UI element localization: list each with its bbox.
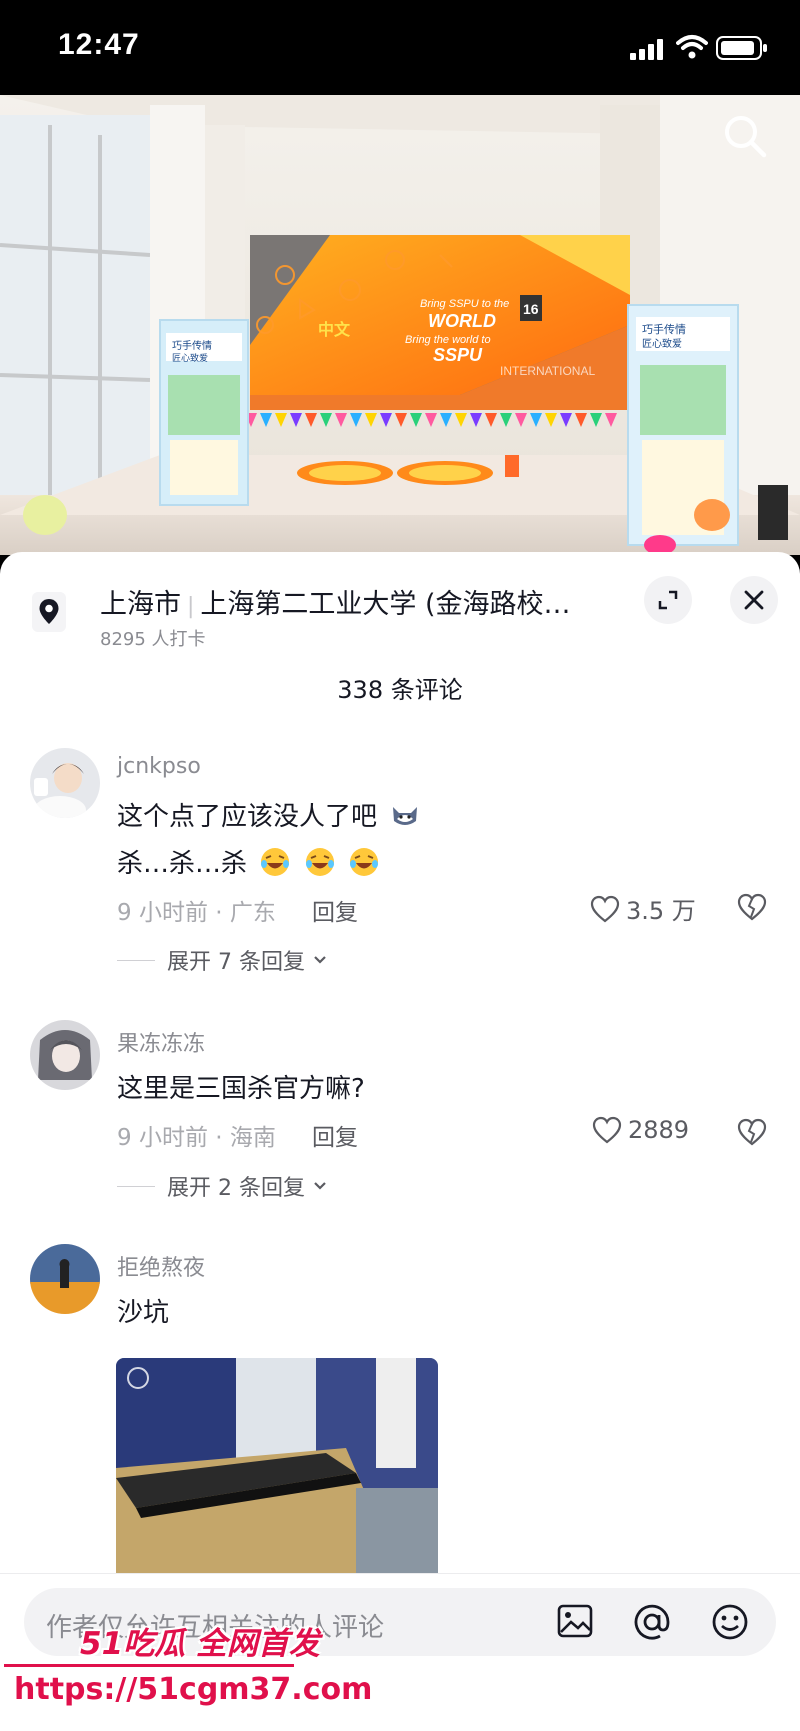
comment-time-location: 9 小时前 · 广东 — [117, 900, 276, 926]
comment-text: 这里是三国杀官方嘛? — [117, 1074, 365, 1104]
expand-replies-button[interactable]: 展开 2 条回复 — [117, 1170, 329, 1202]
wolf-emoji-icon — [393, 807, 418, 825]
poster-left-title: 巧手传情 — [172, 339, 212, 352]
comment-text: 杀…杀…杀 — [117, 843, 380, 880]
comment-time-location: 9 小时前 · 海南 — [117, 1125, 276, 1151]
badge-number: 16 — [523, 301, 539, 317]
comment-text: 这个点了应该没人了吧 — [117, 796, 421, 833]
comment-text: 沙坑 — [117, 1298, 170, 1328]
like-count: 2889 — [628, 1116, 690, 1144]
broken-heart-icon[interactable] — [736, 1118, 768, 1146]
wifi-icon — [676, 35, 708, 59]
poster-right-subtitle: 匠心致爱 — [642, 337, 682, 350]
laughing-emoji-icon — [261, 848, 290, 876]
comment-text-line: 这个点了应该没人了吧 — [117, 802, 378, 832]
location-pin-icon — [32, 592, 66, 632]
watermark-url: https://51cgm37.com — [14, 1672, 373, 1707]
close-icon — [744, 590, 764, 610]
comment-image[interactable] — [116, 1358, 438, 1598]
smiley-icon[interactable] — [710, 1602, 750, 1642]
watermark-brand: 51吃瓜 全网首发 — [80, 1626, 320, 1662]
banner-small: 中文 — [318, 320, 351, 339]
avatar[interactable] — [30, 1020, 100, 1090]
expand-replies-label: 展开 2 条回复 — [167, 1176, 305, 1201]
expand-replies-label: 展开 7 条回复 — [167, 950, 305, 975]
location-header[interactable]: 上海市 | 上海第二工业大学 (金海路校… 8295 人打卡 — [0, 552, 800, 652]
laughing-emoji-icon — [349, 848, 378, 876]
image-icon[interactable] — [556, 1602, 594, 1640]
lobby-scene: Bring SSPU to the WORLD Bring the world … — [0, 95, 800, 555]
status-bar: 12:47 — [0, 0, 800, 95]
like-button[interactable]: 3.5 万 — [590, 891, 696, 926]
poster-right-title: 巧手传情 — [642, 322, 686, 336]
close-button[interactable] — [730, 576, 778, 624]
status-time: 12:47 — [58, 28, 140, 61]
expand-replies-button[interactable]: 展开 7 条回复 — [117, 944, 329, 976]
watermark-divider — [4, 1664, 294, 1667]
laughing-emoji-icon — [305, 848, 334, 876]
search-icon[interactable] — [722, 113, 768, 159]
chevron-down-icon — [314, 1182, 326, 1190]
at-icon[interactable] — [632, 1602, 672, 1642]
comments-sheet: 上海市 | 上海第二工业大学 (金海路校… 8295 人打卡 338 条评论 j… — [0, 552, 800, 1731]
banner-international: INTERNATIONAL — [500, 364, 595, 378]
reply-button[interactable]: 回复 — [312, 893, 358, 927]
comment-text-line: 杀…杀…杀 — [117, 849, 248, 879]
battery-icon — [716, 36, 767, 60]
like-count: 3.5 万 — [626, 897, 696, 925]
avatar[interactable] — [30, 748, 100, 818]
hero-photo: Bring SSPU to the WORLD Bring the world … — [0, 95, 800, 555]
location-name[interactable]: 上海市 | 上海第二工业大学 (金海路校… — [100, 582, 571, 621]
avatar[interactable] — [30, 1244, 100, 1314]
chevron-down-icon — [314, 956, 326, 964]
checkin-count: 8295 人打卡 — [100, 629, 206, 650]
comment-username[interactable]: 果冻冻冻 — [117, 1026, 205, 1058]
banner-line1: Bring SSPU to the — [420, 298, 509, 310]
expand-button[interactable] — [644, 576, 692, 624]
heart-icon — [592, 1116, 622, 1144]
expand-icon — [658, 590, 678, 610]
comment-username[interactable]: 拒绝熬夜 — [117, 1250, 205, 1282]
poster-left-subtitle: 匠心致爱 — [172, 352, 208, 364]
comment-username[interactable]: jcnkpso — [117, 754, 201, 779]
heart-icon — [590, 895, 620, 922]
comment-count: 338 条评论 — [337, 676, 463, 704]
reply-button[interactable]: 回复 — [312, 1118, 358, 1152]
banner-line4: SSPU — [433, 345, 483, 365]
location-place: 上海第二工业大学 (金海路校… — [200, 589, 571, 620]
location-city: 上海市 — [100, 589, 181, 620]
like-button[interactable]: 2889 — [592, 1116, 689, 1144]
broken-heart-icon[interactable] — [736, 893, 768, 921]
signal-icon — [630, 39, 663, 60]
banner-line2: WORLD — [428, 311, 496, 331]
